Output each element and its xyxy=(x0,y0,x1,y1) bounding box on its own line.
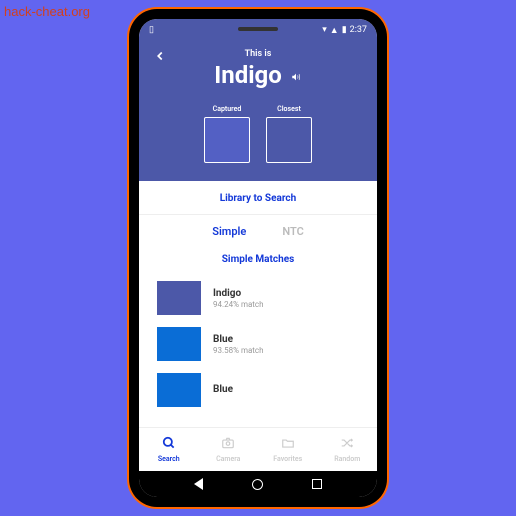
match-percent: 93.58% match xyxy=(213,346,359,355)
match-name: Blue xyxy=(213,334,359,345)
watermark-text: hack-cheat.org xyxy=(4,4,90,19)
list-item[interactable]: Blue xyxy=(139,367,377,413)
bottom-nav: Search Camera Favorites xyxy=(139,427,377,471)
matches-title: Simple Matches xyxy=(139,248,377,275)
tab-simple[interactable]: Simple xyxy=(212,225,246,238)
closest-label: Closest xyxy=(266,105,312,113)
color-name-title: Indigo xyxy=(214,61,282,89)
match-swatch xyxy=(157,281,201,315)
screen: ▯ ▾ ▲ ▮ 2:37 This is Indigo Ca xyxy=(139,19,377,497)
nav-favorites[interactable]: Favorites xyxy=(258,428,318,471)
match-list: Indigo 94.24% match Blue 93.58% match Bl… xyxy=(139,275,377,427)
android-nav-bar xyxy=(139,471,377,497)
nav-label: Random xyxy=(334,455,360,463)
speaker-icon[interactable] xyxy=(290,72,302,85)
nav-random[interactable]: Random xyxy=(318,428,378,471)
content-area: Library to Search Simple NTC Simple Matc… xyxy=(139,181,377,471)
sim-icon: ▯ xyxy=(149,25,154,35)
wifi-icon: ▾ xyxy=(322,25,327,35)
list-item[interactable]: Blue 93.58% match xyxy=(139,321,377,367)
back-button[interactable] xyxy=(153,47,167,68)
nav-label: Search xyxy=(158,455,180,463)
signal-icon: ▲ xyxy=(330,25,339,36)
match-percent: 94.24% match xyxy=(213,300,359,309)
android-home-button[interactable] xyxy=(251,477,265,491)
closest-swatch-group: Closest xyxy=(266,105,312,163)
header: This is Indigo Captured Closest xyxy=(139,41,377,181)
shuffle-icon xyxy=(340,436,354,454)
nav-label: Camera xyxy=(216,455,240,463)
nav-search[interactable]: Search xyxy=(139,428,199,471)
nav-camera[interactable]: Camera xyxy=(199,428,259,471)
this-is-label: This is xyxy=(153,49,363,59)
android-back-button[interactable] xyxy=(192,477,206,491)
library-tabs: Simple NTC xyxy=(139,215,377,248)
camera-icon xyxy=(221,436,235,454)
closest-swatch xyxy=(266,117,312,163)
battery-icon: ▮ xyxy=(342,25,347,35)
tab-ntc[interactable]: NTC xyxy=(282,225,303,238)
match-swatch xyxy=(157,327,201,361)
library-title: Library to Search xyxy=(139,181,377,215)
match-name: Blue xyxy=(213,384,359,395)
captured-label: Captured xyxy=(204,105,250,113)
folder-icon xyxy=(281,436,295,454)
android-recent-button[interactable] xyxy=(310,477,324,491)
phone-frame: ▯ ▾ ▲ ▮ 2:37 This is Indigo Ca xyxy=(129,9,387,507)
status-bar: ▯ ▾ ▲ ▮ 2:37 xyxy=(139,19,377,41)
swatch-row: Captured Closest xyxy=(153,105,363,163)
list-item[interactable]: Indigo 94.24% match xyxy=(139,275,377,321)
captured-swatch xyxy=(204,117,250,163)
match-swatch xyxy=(157,373,201,407)
nav-label: Favorites xyxy=(273,455,302,463)
captured-swatch-group: Captured xyxy=(204,105,250,163)
search-icon xyxy=(162,436,176,454)
status-time: 2:37 xyxy=(350,25,367,35)
match-name: Indigo xyxy=(213,288,359,299)
